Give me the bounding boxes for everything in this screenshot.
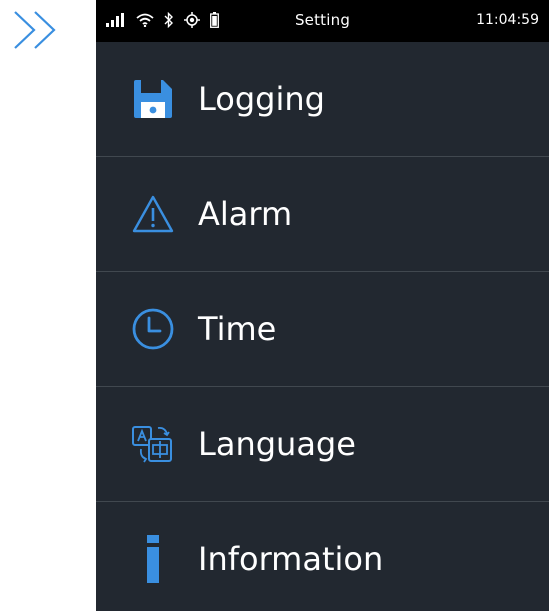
device-screen: Setting 11:04:59 Logging Alarm Time Lang… — [96, 0, 549, 611]
clock-icon — [130, 306, 176, 352]
warning-triangle-icon — [130, 191, 176, 237]
menu-item-time[interactable]: Time — [96, 272, 549, 387]
status-bar: Setting 11:04:59 — [96, 0, 549, 42]
status-time: 11:04:59 — [476, 12, 539, 28]
menu-item-language[interactable]: Language — [96, 387, 549, 502]
menu-item-label: Information — [198, 540, 384, 578]
floppy-disk-icon — [130, 76, 176, 122]
translate-icon — [130, 421, 176, 467]
menu-item-label: Time — [198, 310, 277, 348]
menu-item-alarm[interactable]: Alarm — [96, 157, 549, 272]
menu-item-logging[interactable]: Logging — [96, 42, 549, 157]
double-chevron-right-icon[interactable] — [10, 10, 64, 50]
info-icon — [130, 535, 176, 583]
menu-item-label: Logging — [198, 80, 325, 118]
menu-item-label: Language — [198, 425, 356, 463]
menu-item-information[interactable]: Information — [96, 502, 549, 611]
settings-menu: Logging Alarm Time Language Information — [96, 42, 549, 611]
menu-item-label: Alarm — [198, 195, 293, 233]
